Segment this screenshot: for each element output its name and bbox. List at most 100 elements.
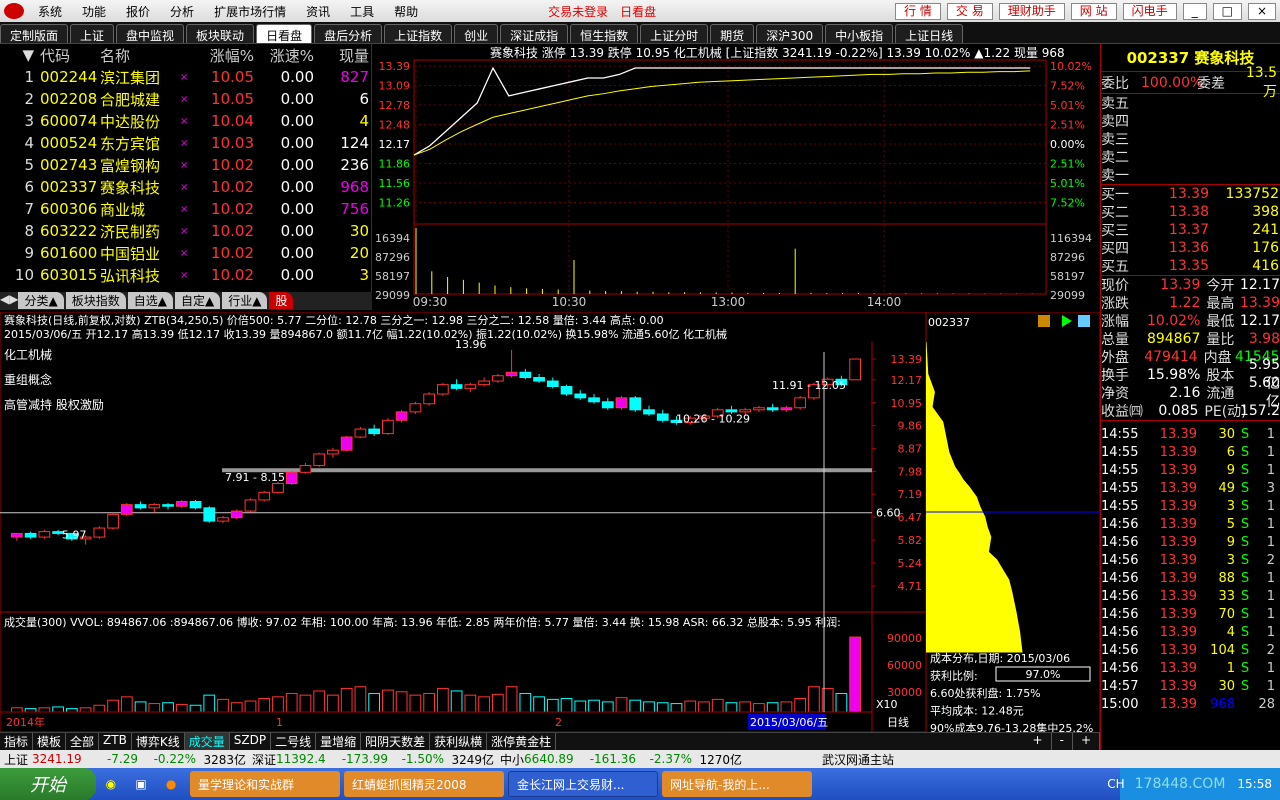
close-icon[interactable]: × xyxy=(1247,2,1276,20)
indicator-tab-1[interactable]: 模板 xyxy=(33,733,67,750)
menu-item-extended-market[interactable]: 扩展市场行情 xyxy=(204,3,296,20)
list-row[interactable]: 6 002337 赛象科技 × 10.02 0.00 968 xyxy=(0,176,371,198)
tick-p: 13.39 xyxy=(1159,462,1197,478)
candle-body xyxy=(230,510,243,519)
header-speed[interactable]: 涨速% xyxy=(254,45,314,66)
header-volume[interactable]: 现量 xyxy=(314,45,369,66)
menu-item-analysis[interactable]: 分析 xyxy=(160,3,204,20)
tab-11[interactable]: 期货 xyxy=(710,24,755,43)
sell-level: 卖四 xyxy=(1101,112,1280,130)
indicator-tab-9[interactable]: 阳阴天数差 xyxy=(361,733,431,750)
tick-list[interactable]: 14:55 13.39 30 S 1 14:55 13.39 6 S 1 14:55 13.39 9 S 1… xyxy=(1101,420,1280,713)
header-pct[interactable]: 涨幅% xyxy=(190,45,254,66)
indicator-tab-11[interactable]: 涨停黄金柱 xyxy=(487,733,557,750)
tab-6[interactable]: 上证指数 xyxy=(384,24,453,43)
task-button-2[interactable]: 金长江网上交易财... xyxy=(508,771,658,797)
candle-body xyxy=(739,409,752,413)
list-tab-3[interactable]: 自定▲ xyxy=(174,292,221,309)
control-button-2[interactable]: + xyxy=(1073,733,1100,750)
control-button-0[interactable]: + xyxy=(1025,733,1052,750)
menu-item-quote[interactable]: 报价 xyxy=(116,3,160,20)
quote-button[interactable]: 行 情 xyxy=(895,2,941,20)
indicator-tab-6[interactable]: SZDP xyxy=(230,733,272,750)
header-code[interactable]: 代码 xyxy=(40,45,100,66)
list-row[interactable]: 7 600306 商业城 × 10.02 0.00 756 xyxy=(0,198,371,220)
indicator-tab-0[interactable]: 指标 xyxy=(0,733,34,750)
flash-trade-button[interactable]: 闪电手 xyxy=(1122,2,1177,20)
tab-13[interactable]: 中小板指 xyxy=(825,24,894,43)
list-row[interactable]: 9 601600 中国铝业 × 10.02 0.00 20 xyxy=(0,242,371,264)
tab-7[interactable]: 创业 xyxy=(454,24,499,43)
chip-svg: 002337 成本分布,日期: 2015/03/06 获利比例: 6.60处获利盘: … xyxy=(925,311,1101,753)
menu-item-help[interactable]: 帮助 xyxy=(384,3,428,20)
menu-item-info[interactable]: 资讯 xyxy=(296,3,340,20)
row-name: 弘讯科技 xyxy=(100,266,161,285)
candle-body xyxy=(794,397,807,409)
list-row[interactable]: 2 002208 合肥城建 × 10.05 0.00 6 xyxy=(0,88,371,110)
list-row[interactable]: 5 002743 富煌钢构 × 10.02 0.00 236 xyxy=(0,154,371,176)
tab-1[interactable]: 上证 xyxy=(70,24,115,43)
kline-chart[interactable]: 赛象科技(日线,前复权,对数) ZTB(34,250,5) 价倍500: 5.7… xyxy=(0,311,927,733)
server-site[interactable]: 武汉网通主站 xyxy=(822,751,894,768)
trade-button[interactable]: 交 易 xyxy=(946,2,993,20)
indicator-tab-4[interactable]: 博弈K线 xyxy=(132,733,185,750)
tab-3[interactable]: 板块联动 xyxy=(186,24,255,43)
indicator-tab-2[interactable]: 全部 xyxy=(66,733,100,750)
tab-12[interactable]: 深沪300 xyxy=(756,24,824,43)
indicator-tab-5[interactable]: 成交量 xyxy=(184,733,230,750)
control-button-1[interactable]: - xyxy=(1052,733,1073,750)
task-button-3[interactable]: 网址导航-我的上... xyxy=(662,771,812,797)
average-line xyxy=(413,70,1031,156)
task-button-1[interactable]: 红蜻蜓抓图精灵2008 xyxy=(344,771,504,797)
list-tab-4[interactable]: 行业▲ xyxy=(222,292,268,309)
list-tab-1[interactable]: 板块指数 xyxy=(65,292,126,309)
list-row[interactable]: 3 600074 中达股份 × 10.04 0.00 4 xyxy=(0,110,371,132)
list-tab-0[interactable]: 分类▲ xyxy=(18,292,64,309)
tick-p: 13.39 xyxy=(1159,624,1197,640)
candle-body xyxy=(533,376,545,382)
task-button-0[interactable]: 量学理论和实战群 xyxy=(190,771,340,797)
stock-ranking-list: ▼ 代码 名称 涨幅% 涨速% 现量 1 002244 滨江集团 × 10.05 0.00… xyxy=(0,44,372,292)
stat-label-2: 量比 xyxy=(1206,332,1235,348)
candle-body xyxy=(11,532,23,538)
stat-row: 总量 894867 量比 3.98 xyxy=(1101,330,1280,348)
indicator-tab-3[interactable]: ZTB xyxy=(99,733,132,750)
desktop-icon[interactable]: ▣ xyxy=(135,777,146,791)
menu-item-tools[interactable]: 工具 xyxy=(340,3,384,20)
indicator-tab-8[interactable]: 量增缩 xyxy=(316,733,362,750)
tab-5[interactable]: 盘后分析 xyxy=(314,24,383,43)
tab-10[interactable]: 上证分时 xyxy=(640,24,709,43)
tick-s: S xyxy=(1240,534,1250,550)
tick-q: 9 xyxy=(1226,534,1235,550)
tab-4[interactable]: 日看盘 xyxy=(256,24,313,43)
ime-indicator[interactable]: CH xyxy=(1107,777,1124,791)
list-row[interactable]: 8 603222 济民制药 × 10.02 0.00 30 xyxy=(0,220,371,242)
ie-icon[interactable]: ◉ xyxy=(106,777,116,791)
tab-8[interactable]: 深证成指 xyxy=(500,24,569,43)
start-button[interactable]: 开始 xyxy=(0,768,96,800)
sort-icon[interactable]: ▼ xyxy=(0,46,40,64)
menu-item-function[interactable]: 功能 xyxy=(72,3,116,20)
indicator-tab-10[interactable]: 获利纵横 xyxy=(430,733,488,750)
tab-9[interactable]: 恒生指数 xyxy=(570,24,639,43)
media-icon[interactable]: ● xyxy=(166,777,176,791)
intraday-chart[interactable]: 赛象科技 涨停 13.39 跌停 10.95 化工机械 [上证指数 3241.1… xyxy=(368,44,1100,310)
chip-distribution[interactable]: 002337 成本分布,日期: 2015/03/06 获利比例: 6.60处获利盘: … xyxy=(925,311,1101,753)
min-icon[interactable]: _ xyxy=(1182,2,1207,20)
website-button[interactable]: 网 站 xyxy=(1070,2,1117,20)
list-row[interactable]: 10 603015 弘讯科技 × 10.02 0.00 3 xyxy=(0,264,371,286)
tab-14[interactable]: 上证日线 xyxy=(895,24,964,43)
weibi-row: 委比 100.00% 委差 13.5万 xyxy=(1101,65,1280,100)
tab-0[interactable]: 定制版面 xyxy=(0,24,69,43)
indicator-tab-7[interactable]: 二号线 xyxy=(271,733,317,750)
menu-item-system[interactable]: 系统 xyxy=(28,3,72,20)
wealth-assistant-button[interactable]: 理财助手 xyxy=(998,2,1065,20)
list-row[interactable]: 1 002244 滨江集团 × 10.05 0.00 827 xyxy=(0,66,371,88)
list-tab-2[interactable]: 自选▲ xyxy=(127,292,173,309)
stat-value-2: 157.2 xyxy=(1239,403,1280,419)
header-name[interactable]: 名称 xyxy=(100,45,180,66)
list-row[interactable]: 4 000524 东方宾馆 × 10.03 0.00 124 xyxy=(0,132,371,154)
tab-2[interactable]: 盘中监视 xyxy=(116,24,185,43)
list-tab-5[interactable]: 股 xyxy=(269,292,294,309)
restore-icon[interactable]: □ xyxy=(1212,2,1242,20)
